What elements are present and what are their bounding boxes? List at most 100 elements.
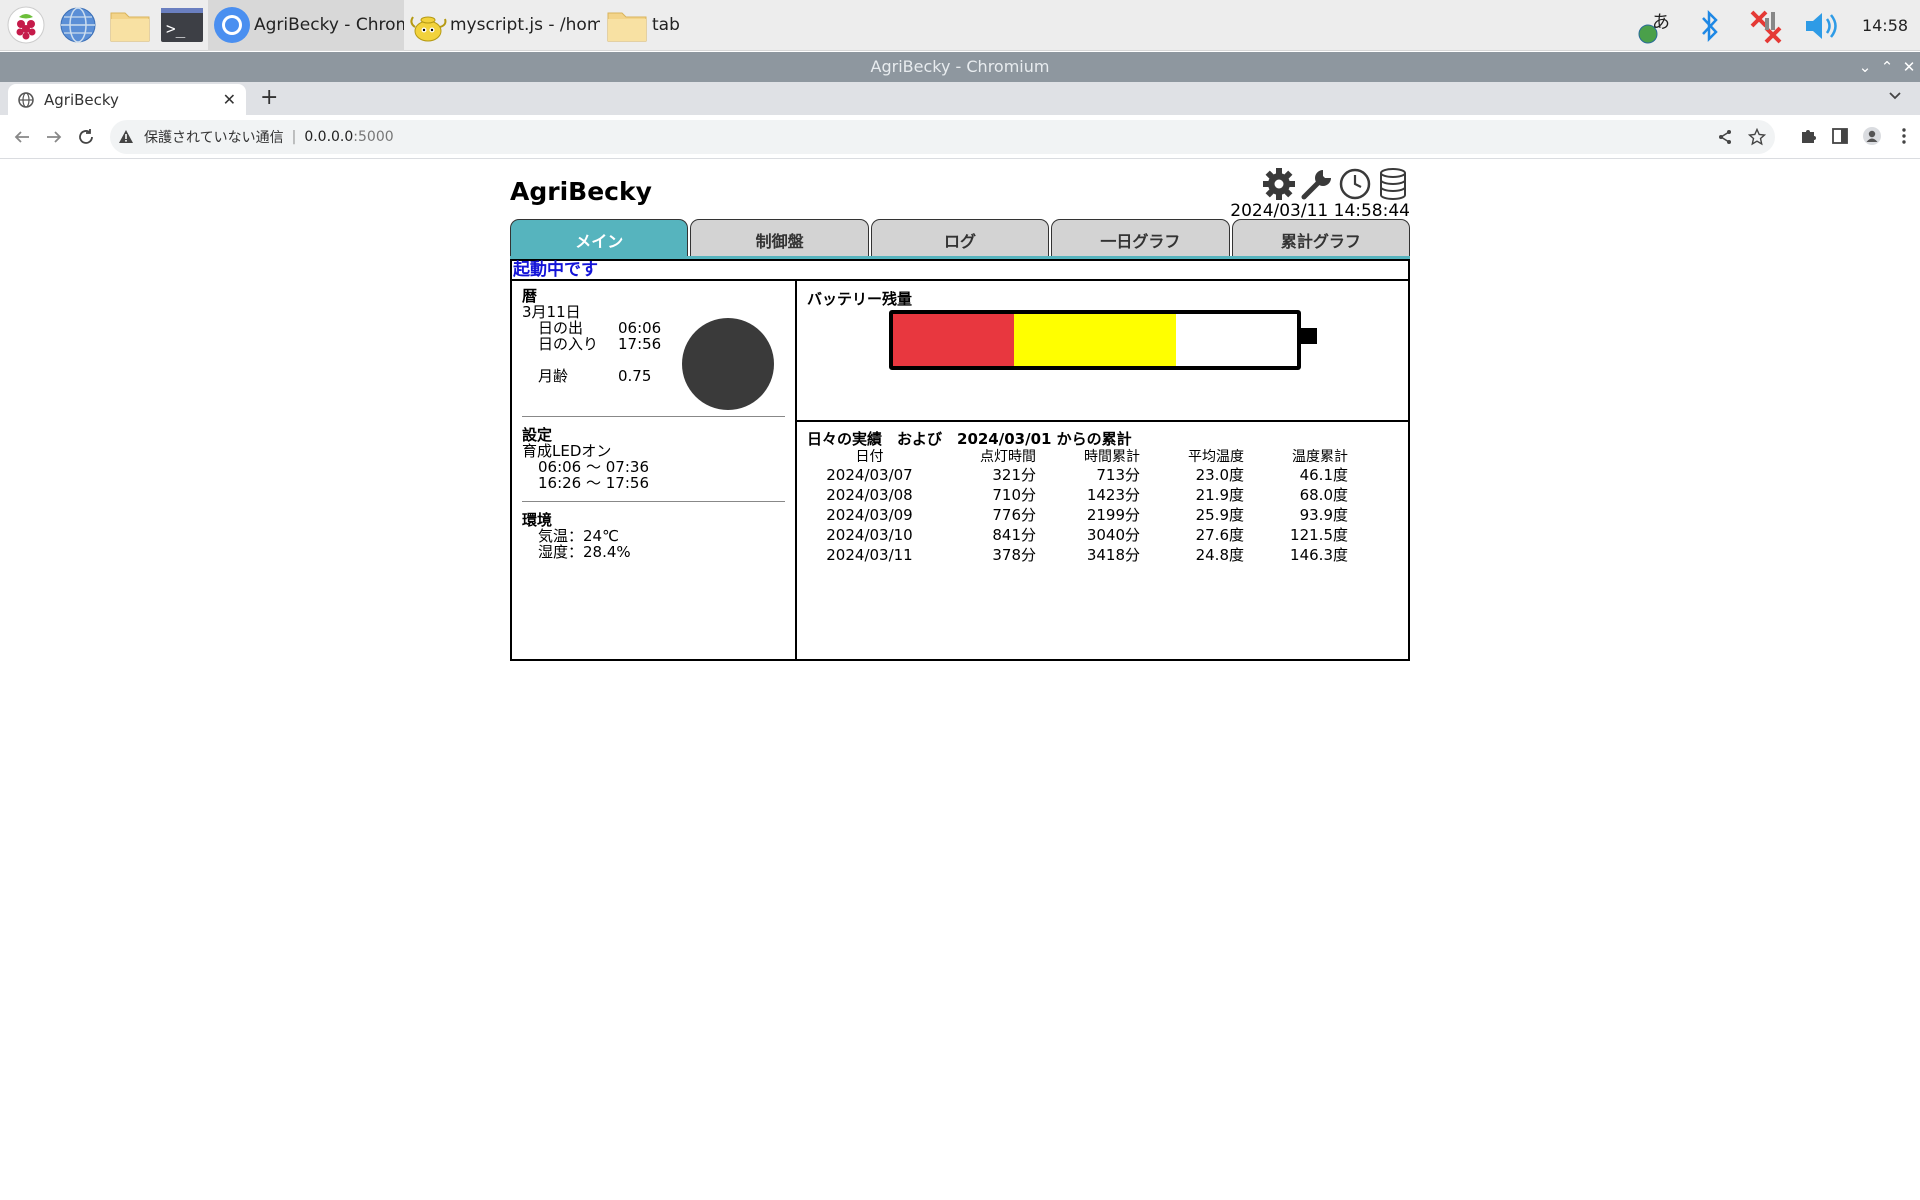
extensions-puzzle-icon[interactable] — [1798, 126, 1818, 146]
not-secure-warning-icon[interactable] — [118, 129, 138, 145]
environment-section: 環境 気温：24℃ 湿度：28.4% — [522, 512, 785, 560]
table-header-row: 日付 点灯時間 時間累計 平均温度 温度累計 — [807, 449, 1349, 465]
url-separator: | — [291, 129, 297, 145]
maximize-icon[interactable]: ⌃ — [1876, 52, 1898, 82]
cell-light-time: 710分 — [992, 486, 1036, 504]
cell-light-time: 841分 — [992, 526, 1036, 544]
database-icon[interactable] — [1376, 167, 1410, 201]
taskbar-app-folder-tab[interactable]: tab — [600, 0, 710, 51]
browser-menu-kebab-icon[interactable] — [1894, 126, 1914, 146]
new-tab-plus-icon[interactable]: + — [260, 85, 278, 110]
table-row: 2024/03/07 321分 713分 23.0度 46.1度 — [807, 465, 1348, 485]
url-port: :5000 — [353, 129, 394, 145]
sunrise-label: 日の出 — [538, 319, 584, 337]
battery-terminal — [1301, 328, 1317, 344]
divider — [522, 501, 785, 502]
cell-temp-total: 146.3度 — [1290, 546, 1348, 564]
cell-temp-total: 93.9度 — [1299, 506, 1348, 524]
forward-arrow-icon[interactable] — [42, 125, 66, 149]
daily-results-table: 日付 点灯時間 時間累計 平均温度 温度累計 2024/03/07 321分 7… — [807, 449, 1348, 565]
current-datetime: 2024/03/11 14:58:44 — [1230, 201, 1410, 221]
calendar-heading: 暦 — [522, 287, 538, 305]
taskbar-app-chromium[interactable]: AgriBecky - Chromi... — [208, 0, 404, 51]
settings-gear-icon[interactable] — [1262, 167, 1296, 201]
web-browser-globe-icon[interactable] — [52, 0, 104, 51]
clock-icon[interactable] — [1338, 167, 1372, 201]
share-icon[interactable] — [1715, 127, 1735, 147]
taskbar-app-label: tab — [652, 15, 680, 35]
tab-search-chevron-down-icon[interactable] — [1888, 88, 1902, 107]
browser-tab[interactable]: AgriBecky ✕ — [8, 84, 246, 115]
settings-section: 設定 育成LEDオン 06:06 〜 07:36 16:26 〜 17:56 — [522, 427, 785, 491]
led-time-range: 16:26 〜 17:56 — [538, 474, 649, 492]
network-disconnected-icon[interactable] — [1738, 0, 1794, 51]
table-row: 2024/03/09 776分 2199分 25.9度 93.9度 — [807, 505, 1348, 525]
tab-cumulative-graph[interactable]: 累計グラフ — [1231, 219, 1411, 259]
url-host: 0.0.0.0 — [304, 129, 354, 145]
led-on-label: 育成LEDオン — [522, 442, 612, 460]
moon-age-label: 月齢 — [538, 367, 569, 385]
cell-avg-temp: 23.0度 — [1195, 466, 1244, 484]
chromium-icon — [212, 2, 252, 48]
sunrise-time: 06:06 — [618, 319, 662, 337]
close-window-icon[interactable]: ✕ — [1898, 52, 1920, 82]
taskbar-app-label: myscript.js - /hom... — [450, 15, 600, 35]
tab-control-panel[interactable]: 制御盤 — [690, 219, 869, 259]
volume-icon[interactable] — [1794, 0, 1850, 51]
taskbar: >_ AgriBecky - Chromi... myscript.js - /… — [0, 0, 1920, 51]
sunset-time: 17:56 — [618, 335, 662, 353]
cell-time-total: 3418分 — [1086, 546, 1140, 564]
taskbar-clock[interactable]: 14:58 — [1850, 16, 1920, 35]
cell-date: 2024/03/09 — [826, 506, 913, 524]
file-manager-folder-icon[interactable] — [104, 0, 156, 51]
tab-log[interactable]: ログ — [870, 219, 1050, 259]
calendar-date: 3月11日 — [522, 303, 581, 321]
cell-time-total: 3040分 — [1086, 526, 1140, 544]
led-time-range: 06:06 〜 07:36 — [538, 458, 649, 476]
settings-heading: 設定 — [522, 426, 553, 444]
back-arrow-icon[interactable] — [10, 125, 34, 149]
folder-icon — [604, 2, 650, 48]
profile-avatar-icon[interactable] — [1862, 126, 1882, 146]
bookmark-star-icon[interactable] — [1747, 127, 1767, 147]
cell-time-total: 2199分 — [1086, 506, 1140, 524]
close-tab-icon[interactable]: ✕ — [223, 90, 236, 109]
input-method-icon[interactable]: あ — [1626, 0, 1682, 51]
bluetooth-icon[interactable] — [1682, 0, 1738, 51]
browser-toolbar: 保護されていない通信 | 0.0.0.0:5000 — [0, 115, 1920, 159]
column-header-avg-temp: 平均温度 — [1188, 449, 1244, 465]
taskbar-app-label: AgriBecky - Chromi... — [254, 15, 404, 35]
cell-avg-temp: 24.8度 — [1195, 546, 1244, 564]
cell-date: 2024/03/08 — [826, 486, 913, 504]
browser-tab-strip: AgriBecky ✕ + — [0, 82, 1920, 115]
geany-teapot-icon — [408, 2, 448, 48]
tab-daily-graph[interactable]: 一日グラフ — [1051, 219, 1230, 259]
cell-temp-total: 68.0度 — [1299, 486, 1348, 504]
minimize-icon[interactable]: ⌄ — [1854, 52, 1876, 82]
raspberry-menu-icon[interactable] — [0, 0, 52, 51]
temperature-reading: 気温：24℃ — [538, 527, 619, 545]
system-tray: あ 14:58 — [1626, 0, 1920, 51]
column-header-time-total: 時間累計 — [1084, 449, 1140, 465]
app-tab-bar: メイン 制御盤 ログ 一日グラフ 累計グラフ — [510, 219, 1411, 259]
wrench-icon[interactable] — [1300, 167, 1334, 201]
tab-main[interactable]: メイン — [510, 219, 689, 259]
window-title-bar[interactable]: AgriBecky - Chromium ⌄ ⌃ ✕ — [0, 52, 1920, 82]
side-panel-icon[interactable] — [1830, 126, 1850, 146]
battery-label: バッテリー残量 — [807, 290, 913, 308]
calendar-section: 暦 3月11日 日の出 06:06 日の入り 17:56 月齢 0.75 — [522, 287, 785, 410]
status-message: 起動中です — [510, 259, 1410, 281]
reload-icon[interactable] — [74, 125, 98, 149]
browser-tab-title: AgriBecky — [44, 90, 119, 109]
tool-icon-group — [1262, 167, 1410, 201]
not-secure-label: 保護されていない通信 — [144, 130, 284, 146]
cell-light-time: 378分 — [992, 546, 1036, 564]
cell-light-time: 321分 — [992, 466, 1036, 484]
terminal-icon[interactable]: >_ — [156, 0, 208, 51]
taskbar-app-geany[interactable]: myscript.js - /hom... — [404, 0, 600, 51]
address-bar[interactable]: 保護されていない通信 | 0.0.0.0:5000 — [110, 120, 1775, 154]
humidity-reading: 湿度：28.4% — [538, 543, 631, 561]
cell-date: 2024/03/07 — [826, 466, 913, 484]
battery-level-red — [893, 314, 1015, 366]
moon-age-value: 0.75 — [618, 367, 652, 385]
